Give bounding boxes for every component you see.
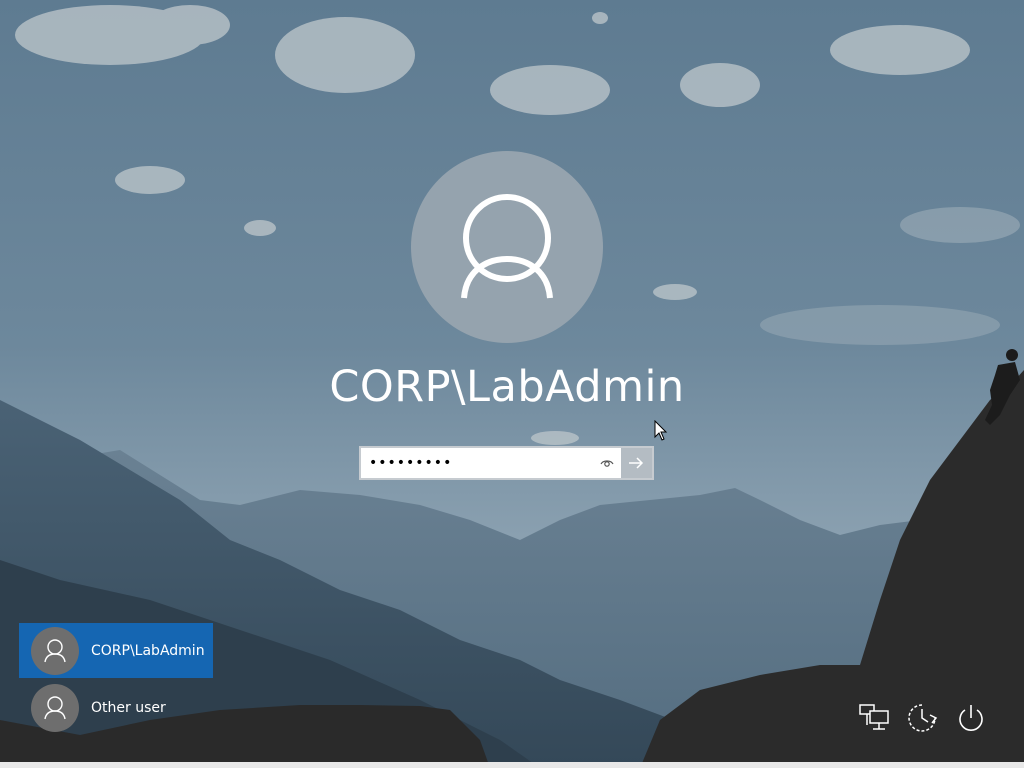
network-icon[interactable] <box>858 701 892 735</box>
user-tile-corp-labadmin[interactable]: CORP\LabAdmin <box>19 623 213 678</box>
arrow-right-icon <box>629 457 644 469</box>
user-avatar-large <box>411 151 603 343</box>
account-name-heading: CORP\LabAdmin <box>329 362 685 412</box>
ease-of-access-icon[interactable] <box>905 701 939 735</box>
mouse-cursor-icon <box>654 420 668 441</box>
user-tile-other-user[interactable]: Other user <box>19 680 213 735</box>
user-silhouette-icon <box>461 194 553 299</box>
user-tile-label: CORP\LabAdmin <box>91 642 205 659</box>
user-tile-label: Other user <box>91 699 166 716</box>
eye-icon[interactable] <box>599 455 615 471</box>
user-tile-avatar <box>31 683 79 732</box>
power-icon[interactable] <box>954 701 988 735</box>
user-silhouette-icon <box>44 638 66 662</box>
user-tile-avatar <box>31 626 79 675</box>
user-silhouette-icon <box>44 695 66 719</box>
submit-button[interactable] <box>621 448 652 478</box>
password-input[interactable] <box>361 448 599 478</box>
password-field-container <box>359 446 654 480</box>
